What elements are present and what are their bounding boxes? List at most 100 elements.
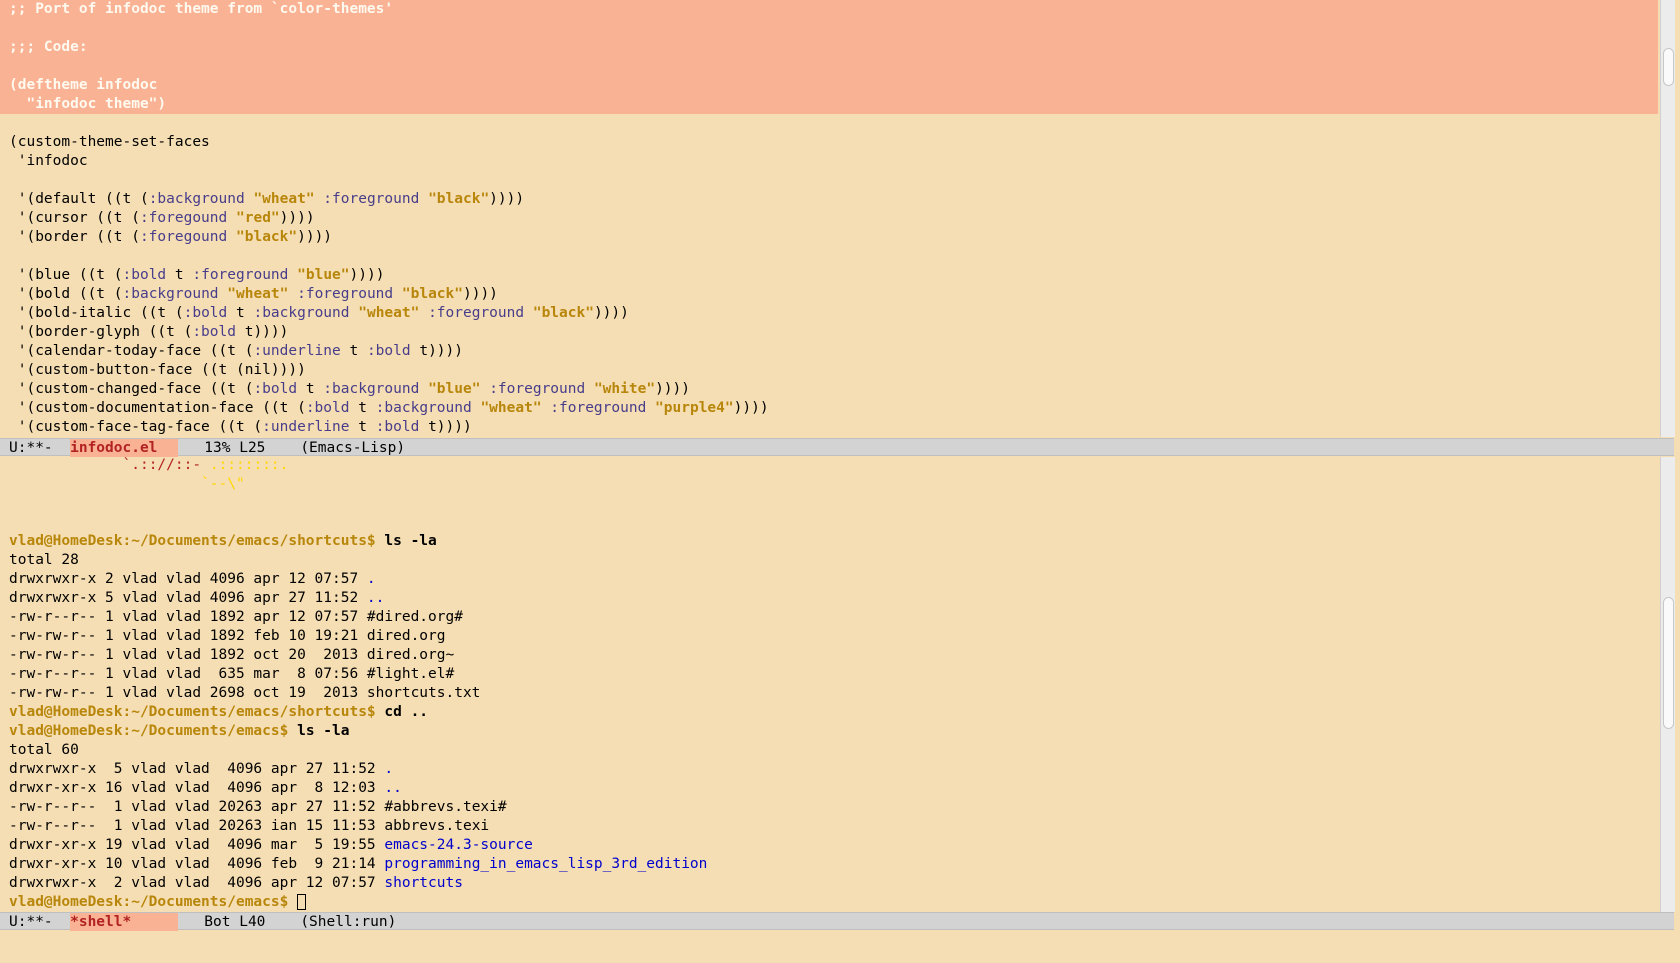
code-line: '(custom-documentation-face ((t (:bold t… [0,399,1658,418]
code-text: t [166,267,193,283]
listing-row: -rw-r--r-- 1 vlad vlad 635 mar 8 07:56 #… [0,665,1658,684]
code-keyword: :bold [366,343,411,359]
file-name: dired.org~ [366,647,455,663]
code-text: '(border ((t ( [9,229,140,245]
code-text: '(cursor ((t ( [9,210,140,226]
shell-logo-text: .:::::::. [209,457,289,473]
mode-line-top[interactable]: U:**- infodoc.el 13% L25 (Emacs-Lisp) [0,438,1674,457]
code-text: t [349,419,376,435]
shell-command: ls -la [288,723,350,739]
code-text: t)))) [235,324,289,340]
code-line: '(cursor ((t (:foregound "red")))) [0,209,1658,228]
buffer-name[interactable]: infodoc.el [70,439,179,457]
listing-row: drwxr-xr-x 10 vlad vlad 4096 feb 9 21:14… [0,855,1658,874]
shell-pane[interactable]: `.:://::- .:::::::. `--\" vlad@HomeDesk:… [0,456,1658,913]
bottom-scrollbar[interactable] [1660,457,1675,912]
file-name: shortcuts [384,875,463,891]
file-name: #dired.org# [366,609,463,625]
buffer-status: U:**- [9,440,71,456]
code-keyword: :foreground [323,191,420,207]
file-meta: -rw-r--r-- 1 vlad vlad 20263 ian 15 11:5… [9,818,385,834]
mode-line-bottom[interactable]: U:**- *shell* Bot L40 (Shell:run) [0,912,1674,931]
code-keyword: :bold [122,267,167,283]
code-string: "black" [428,191,490,207]
shell-prompt: vlad@HomeDesk:~/Documents/emacs/shortcut… [9,533,376,549]
code-text: t)))) [410,343,463,359]
major-mode[interactable]: (Shell:run) [300,914,396,930]
code-string: "blue" [428,381,481,397]
code-text: t [227,305,254,321]
listing-row: -rw-rw-r-- 1 vlad vlad 1892 feb 10 19:21… [0,627,1658,646]
code-string: "red" [236,210,280,226]
code-keyword: :bold [192,324,236,340]
code-line: '(border ((t (:foregound "black")))) [0,228,1658,247]
file-name: dired.org [366,628,446,644]
file-name: .. [384,780,402,796]
file-meta: -rw-r--r-- 1 vlad vlad 20263 apr 27 11:5… [9,799,385,815]
code-line: "infodoc theme") [9,96,167,112]
listing-row: drwxrwxr-x 2 vlad vlad 4096 apr 12 07:57… [0,874,1658,893]
listing-row: -rw-r--r-- 1 vlad vlad 20263 ian 15 11:5… [0,817,1658,836]
code-text: )))) [655,381,690,397]
listing-row: drwxrwxr-x 5 vlad vlad 4096 apr 27 11:52… [0,760,1658,779]
code-line: (custom-theme-set-faces [9,134,210,150]
code-keyword: :foreground [489,381,586,397]
code-text: )))) [489,191,525,207]
shell-prompt: vlad@HomeDesk:~/Documents/emacs/shortcut… [9,704,376,720]
code-text: '(custom-changed-face ((t ( [9,381,254,397]
code-line: ;; Port of infodoc theme from `color-the… [9,1,394,17]
code-line: '(custom-changed-face ((t (:bold t :back… [0,380,1658,399]
code-text: )))) [733,400,769,416]
file-meta: drwxrwxr-x 2 vlad vlad 4096 apr 12 07:57 [9,875,385,891]
shell-command: ls -la [375,533,437,549]
code-text: '(blue ((t ( [9,267,123,283]
code-string: "black" [532,305,594,321]
code-keyword: :foreground [192,267,289,283]
major-mode[interactable]: (Emacs-Lisp) [300,440,405,456]
shell-output-line: total 60 [9,742,79,758]
code-keyword: :foregound [139,229,228,245]
code-text: '(custom-face-tag-face ((t ( [9,419,263,435]
code-string: "wheat" [480,400,542,416]
code-line: '(custom-face-tag-face ((t (:underline t… [0,418,1658,437]
listing-row: drwxr-xr-x 19 vlad vlad 4096 mar 5 19:55… [0,836,1658,855]
echo-area[interactable] [0,931,1680,963]
code-keyword: :foreground [297,286,394,302]
code-keyword: :underline [262,419,350,435]
code-keyword: :bold [375,419,420,435]
code-keyword: :bold [305,400,350,416]
highlighted-region: ;; Port of infodoc theme from `color-the… [0,0,1658,114]
listing-row: drwxrwxr-x 2 vlad vlad 4096 apr 12 07:57… [0,570,1658,589]
top-scrollbar-thumb[interactable] [1663,48,1674,86]
file-meta: -rw-r--r-- 1 vlad vlad 635 mar 8 07:56 [9,666,367,682]
code-line: '(calendar-today-face ((t (:underline t … [0,342,1658,361]
code-line: '(bold-italic ((t (:bold t :background "… [0,304,1658,323]
file-meta: -rw-rw-r-- 1 vlad vlad 1892 feb 10 19:21 [9,628,367,644]
code-text: '(bold-italic ((t ( [9,305,184,321]
buffer-position: Bot L40 [178,914,301,930]
code-text: '(custom-documentation-face ((t ( [9,400,306,416]
file-meta: drwxr-xr-x 19 vlad vlad 4096 mar 5 19:55 [9,837,385,853]
bottom-scrollbar-thumb[interactable] [1663,597,1674,729]
code-text: '(calendar-today-face ((t ( [9,343,254,359]
code-text: )))) [297,229,333,245]
code-string: "wheat" [253,191,315,207]
editor-pane-infodoc[interactable]: ;; Port of infodoc theme from `color-the… [0,0,1658,437]
top-scrollbar[interactable] [1660,0,1675,437]
file-meta: drwxr-xr-x 10 vlad vlad 4096 feb 9 21:14 [9,856,385,872]
text-cursor [297,894,307,910]
shell-input-line[interactable]: vlad@HomeDesk:~/Documents/emacs$ [0,893,1658,912]
code-line: '(border-glyph ((t (:bold t)))) [0,323,1658,342]
file-meta: drwxrwxr-x 5 vlad vlad 4096 apr 27 11:52 [9,761,385,777]
listing-row: -rw-rw-r-- 1 vlad vlad 2698 oct 19 2013 … [0,684,1658,703]
code-line: ;;; Code: [9,39,88,55]
buffer-name[interactable]: *shell* [70,913,179,931]
shell-command-line: vlad@HomeDesk:~/Documents/emacs$ ls -la [0,722,1658,741]
listing-row: -rw-rw-r-- 1 vlad vlad 1892 oct 20 2013 … [0,646,1658,665]
